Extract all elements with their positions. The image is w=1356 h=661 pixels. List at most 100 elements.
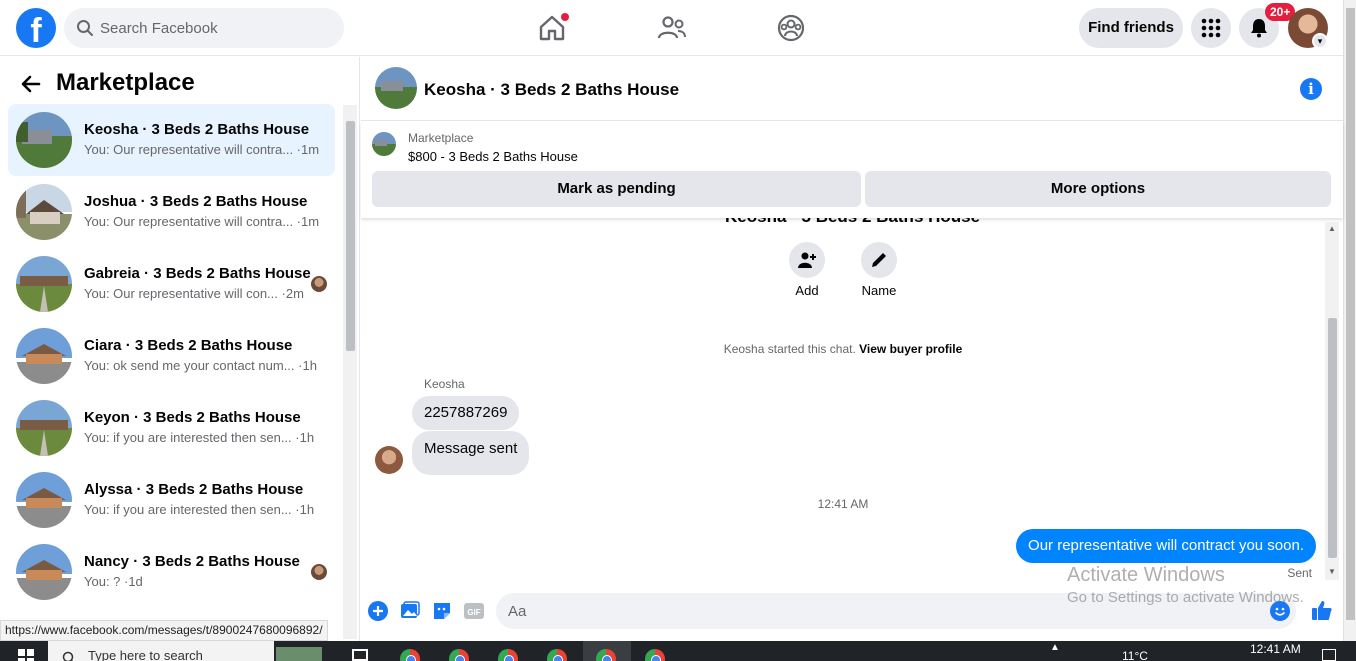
chat-avatar[interactable] — [375, 67, 417, 109]
listing-source: Marketplace — [408, 131, 474, 145]
chrome-icon[interactable] — [645, 649, 665, 661]
info-icon[interactable]: i — [1300, 78, 1322, 100]
conversation-item[interactable]: Keosha · 3 Beds 2 Baths House You: Our r… — [8, 104, 335, 176]
taskbar-clock[interactable]: 12:41 AM — [1250, 642, 1301, 656]
incoming-message[interactable]: 2257887269 — [412, 396, 520, 430]
search-box[interactable] — [64, 8, 344, 48]
windows-start-icon[interactable] — [18, 649, 34, 661]
conversation-item[interactable]: Keyon · 3 Beds 2 Baths House You: if you… — [8, 392, 335, 464]
incoming-message[interactable]: Message sent — [412, 431, 530, 475]
conversation-item[interactable]: Nancy · 3 Beds 2 Baths House You: ? ·1d — [8, 536, 335, 608]
scrollbar-thumb[interactable] — [1328, 318, 1337, 558]
message-timestamp: 12:41 AM — [817, 497, 869, 511]
conversation-preview: You: ? ·1d — [84, 574, 143, 589]
notification-center-icon[interactable] — [1322, 649, 1336, 661]
search-input[interactable] — [100, 8, 330, 48]
chat-header: Keosha · 3 Beds 2 Baths House i — [361, 57, 1343, 121]
thumbs-up-icon[interactable] — [1311, 599, 1333, 621]
conversation-preview: You: if you are interested then sen... ·… — [84, 430, 315, 445]
sticker-icon[interactable] — [432, 601, 452, 621]
groups-icon[interactable] — [775, 12, 807, 44]
sidebar-scrollbar[interactable] — [343, 105, 357, 639]
listing-thumbnail — [16, 256, 72, 312]
taskbar-search[interactable]: Type here to search — [48, 641, 274, 661]
scrollbar-thumb[interactable] — [346, 121, 355, 351]
name-label: Name — [861, 283, 897, 298]
scroll-down-arrow-icon[interactable]: ▼ — [1328, 567, 1336, 576]
listing-thumbnail — [16, 544, 72, 600]
task-view-icon[interactable] — [352, 649, 368, 661]
chat-started-notice: Keosha started this chat. View buyer pro… — [361, 342, 1325, 356]
conversation-preview: You: Our representative will con... ·2m — [84, 286, 304, 301]
plus-circle-icon[interactable] — [368, 601, 388, 621]
listing-thumbnail[interactable] — [372, 132, 396, 156]
scroll-up-arrow-icon[interactable]: ▲ — [1328, 224, 1336, 233]
facebook-logo-icon[interactable]: f — [16, 8, 56, 48]
friends-icon[interactable] — [656, 12, 688, 44]
svg-text:GIF: GIF — [467, 608, 480, 617]
photo-icon[interactable] — [400, 601, 420, 621]
sender-avatar[interactable] — [375, 446, 403, 474]
conversation-preview: You: ok send me your contact num... ·1h — [84, 358, 317, 373]
conversation-item[interactable]: Alyssa · 3 Beds 2 Baths House You: if yo… — [8, 464, 335, 536]
bell-icon — [1251, 19, 1267, 38]
tray-expand-icon[interactable]: ▲ — [1050, 642, 1060, 653]
grid-menu-icon — [1201, 18, 1221, 38]
add-person-icon — [798, 252, 816, 268]
taskbar-search-icon — [62, 651, 74, 661]
home-notification-dot — [561, 13, 569, 21]
weather-temperature[interactable]: 11°C — [1122, 649, 1148, 661]
search-icon — [77, 20, 93, 36]
conversation-preview: You: Our representative will contra... ·… — [84, 142, 320, 157]
back-arrow-icon[interactable] — [20, 73, 42, 101]
pencil-icon — [872, 253, 886, 267]
listing-thumbnail — [16, 184, 72, 240]
name-button[interactable] — [861, 242, 897, 278]
listing-price-title[interactable]: $800 - 3 Beds 2 Baths House — [408, 149, 578, 164]
conversation-title: Gabreia · 3 Beds 2 Baths House — [84, 265, 311, 282]
chevron-down-icon[interactable]: ▾ — [1312, 33, 1328, 49]
sent-status: Sent — [1287, 566, 1312, 580]
conversation-title: Nancy · 3 Beds 2 Baths House — [84, 553, 300, 570]
taskbar-widget-thumbnail[interactable] — [276, 647, 322, 661]
conversation-preview: You: if you are interested then sen... ·… — [84, 502, 315, 517]
marketplace-sidebar: Marketplace Keosha · 3 Beds 2 Baths Hous… — [0, 57, 360, 661]
listing-thumbnail — [16, 328, 72, 384]
message-thread: Keosha · 3 Beds 2 Baths House Add Name K… — [361, 218, 1343, 590]
conversation-title: Keosha · 3 Beds 2 Baths House — [84, 121, 310, 138]
page-title: Marketplace — [56, 69, 195, 96]
thread-scrollbar[interactable]: ▲ ▼ — [1325, 222, 1339, 580]
top-navigation-bar: f Find friends 20+ ▾ — [0, 0, 1356, 56]
menu-button[interactable] — [1191, 8, 1231, 48]
read-receipt-avatar — [311, 276, 327, 292]
conversation-item[interactable]: Joshua · 3 Beds 2 Baths House You: Our r… — [8, 176, 335, 248]
page-scrollbar-thumb[interactable] — [1346, 8, 1355, 620]
chrome-icon[interactable] — [498, 649, 518, 661]
sender-name: Keosha — [424, 377, 465, 391]
conversation-title: Ciara · 3 Beds 2 Baths House — [84, 337, 293, 354]
find-friends-button[interactable]: Find friends — [1079, 8, 1183, 48]
windows-taskbar: Type here to search ▲ 11°C 12:41 AM — [0, 641, 1356, 661]
page-scrollbar[interactable] — [1343, 0, 1356, 641]
conversation-item[interactable]: Gabreia · 3 Beds 2 Baths House You: Our … — [8, 248, 335, 320]
chrome-icon[interactable] — [449, 649, 469, 661]
conversation-title: Joshua · 3 Beds 2 Baths House — [84, 193, 308, 210]
conversation-list: Keosha · 3 Beds 2 Baths House You: Our r… — [8, 104, 335, 608]
add-button[interactable] — [789, 242, 825, 278]
chrome-icon[interactable] — [400, 649, 420, 661]
more-options-button[interactable]: More options — [865, 171, 1331, 207]
listing-summary: Marketplace $800 - 3 Beds 2 Baths House … — [361, 122, 1343, 218]
mark-as-pending-button[interactable]: Mark as pending — [372, 171, 861, 207]
view-buyer-profile-link[interactable]: View buyer profile — [859, 342, 962, 356]
outgoing-message[interactable]: Our representative will contract you soo… — [1016, 529, 1316, 563]
conversation-item[interactable]: Ciara · 3 Beds 2 Baths House You: ok sen… — [8, 320, 335, 392]
activate-windows-subtitle: Go to Settings to activate Windows. — [1067, 589, 1304, 606]
read-receipt-avatar — [311, 564, 327, 580]
thread-intro-title: Keosha · 3 Beds 2 Baths House — [725, 218, 980, 227]
gif-icon[interactable]: GIF — [464, 601, 484, 621]
chat-title[interactable]: Keosha · 3 Beds 2 Baths House — [424, 80, 679, 100]
chrome-icon[interactable] — [547, 649, 567, 661]
add-label: Add — [795, 283, 819, 298]
conversation-title: Keyon · 3 Beds 2 Baths House — [84, 409, 301, 426]
listing-thumbnail — [16, 472, 72, 528]
